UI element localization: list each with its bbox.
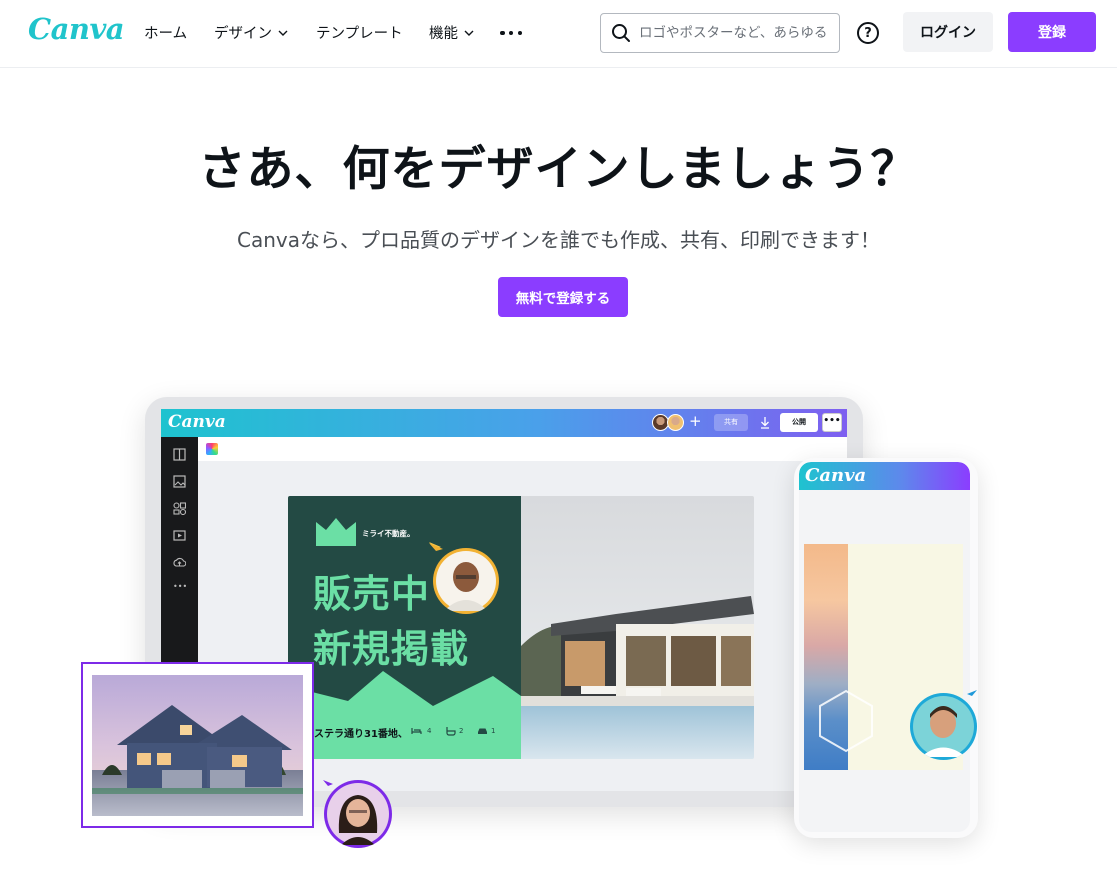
site-header: Canva ホーム デザイン テンプレート 機能 ? ログイン 登録 — [0, 0, 1117, 68]
login-button[interactable]: ログイン — [903, 12, 993, 52]
editor-logo: Canva — [168, 412, 226, 432]
mountain-graphic — [288, 671, 521, 759]
bed-count: 4 — [427, 727, 432, 735]
chevron-down-icon — [464, 30, 474, 36]
house-logo-icon — [316, 518, 356, 546]
chevron-down-icon — [278, 30, 288, 36]
collaborator-avatar-large — [433, 548, 499, 614]
upload-icon — [173, 557, 186, 567]
canva-logo[interactable]: Canva — [28, 12, 125, 46]
help-icon[interactable]: ? — [857, 22, 879, 44]
nav-features[interactable]: 機能 — [429, 22, 474, 43]
address-text: ステラ通り31番地、 — [314, 729, 408, 740]
hero-title: さあ、何をデザインしましょう？ — [198, 142, 919, 197]
nav-home-label: ホーム — [144, 26, 188, 42]
nav-features-label: 機能 — [429, 26, 458, 42]
phone-toolbar: Canva — [799, 462, 970, 490]
collaborator-avatar-male — [910, 693, 977, 760]
for-sale-heading: 販売中 — [313, 572, 431, 616]
editor-publish-button: 公開 — [780, 413, 818, 432]
design-text-panel: ミライ不動産。 販売中 新規掲載 ステラ通り31番地、 4 2 1 — [288, 496, 521, 759]
bath-icon — [446, 727, 456, 736]
search-input[interactable] — [639, 25, 829, 41]
add-collaborator-icon: + — [689, 412, 702, 430]
modern-house-photo — [521, 496, 754, 759]
collaborator-avatar — [667, 414, 684, 431]
editor-options-bar — [198, 437, 847, 461]
templates-icon — [173, 448, 186, 461]
new-listing-heading: 新規掲載 — [313, 627, 470, 671]
house-photo — [92, 675, 303, 816]
bed-icon — [411, 728, 422, 734]
elements-icon — [173, 502, 186, 515]
photos-icon — [173, 475, 186, 488]
nav-design-label: デザイン — [214, 26, 272, 42]
car-count: 1 — [491, 727, 496, 735]
hero-subtitle: Canvaなら、プロ品質のデザインを誰でも作成、共有、印刷できます！ — [237, 228, 880, 252]
more-tools-icon: ••• — [173, 582, 188, 591]
collaborator-cursor-icon — [967, 690, 977, 696]
collaborator-cursor-icon — [323, 780, 333, 786]
car-icon — [478, 728, 487, 734]
search-icon — [612, 24, 630, 42]
video-icon — [173, 530, 186, 541]
brand-name: ミライ不動産。 — [362, 529, 415, 538]
nav-home[interactable]: ホーム — [144, 22, 187, 43]
phone-screen: Canva — [799, 462, 970, 832]
free-signup-button[interactable]: 無料で登録する — [498, 277, 628, 317]
editor-more-icon: ••• — [822, 413, 842, 432]
search-box[interactable] — [600, 13, 840, 53]
editor-share-button: 共有 — [714, 414, 748, 431]
real-estate-design: ミライ不動産。 販売中 新規掲載 ステラ通り31番地、 4 2 1 — [288, 496, 754, 759]
phone-logo: Canva — [805, 465, 867, 486]
nav-design[interactable]: デザイン — [214, 22, 288, 43]
editor-toolbar: Canva + 共有 公開 ••• — [161, 409, 847, 437]
nav-templates-label: テンプレート — [316, 26, 403, 42]
download-icon — [761, 417, 769, 429]
color-palette-icon — [206, 443, 218, 455]
collaborator-cursor-icon — [429, 543, 443, 551]
nav-templates[interactable]: テンプレート — [316, 22, 403, 43]
more-menu-icon[interactable] — [500, 23, 522, 43]
signup-button[interactable]: 登録 — [1008, 12, 1096, 52]
collaborator-avatar-female — [324, 780, 392, 848]
hexagon-outline — [819, 689, 873, 753]
bath-count: 2 — [459, 727, 464, 735]
